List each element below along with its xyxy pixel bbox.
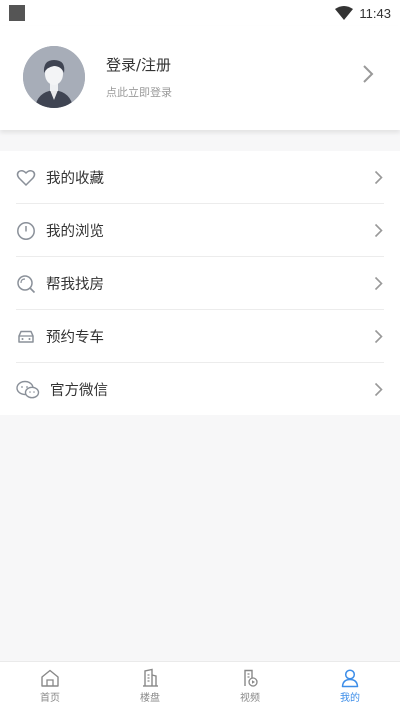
home-icon <box>41 669 59 687</box>
chevron-right-icon[interactable] <box>362 64 374 84</box>
chevron-right-icon <box>374 223 383 238</box>
wifi-icon <box>335 6 354 20</box>
menu-label: 我的收藏 <box>46 171 104 187</box>
tab-label: 首页 <box>40 693 60 704</box>
menu-item-book-car[interactable]: 预约专车 <box>0 310 400 363</box>
clock-icon <box>17 222 35 240</box>
menu-list: 我的收藏 我的浏览 帮我找房 预约专车 官方微信 <box>0 151 400 415</box>
search-icon <box>17 275 36 294</box>
tab-label: 楼盘 <box>140 693 160 704</box>
chevron-right-icon <box>374 329 383 344</box>
car-icon <box>18 330 34 343</box>
tab-label: 视频 <box>240 693 260 704</box>
menu-item-wechat[interactable]: 官方微信 <box>0 363 400 416</box>
building-icon <box>143 668 158 687</box>
status-time: 11:43 <box>359 5 391 21</box>
profile-header[interactable]: 登录/注册 点此立即登录 <box>0 26 400 130</box>
tab-home[interactable]: 首页 <box>0 662 100 709</box>
avatar[interactable] <box>23 46 85 108</box>
notification-icon <box>9 5 25 21</box>
menu-label: 预约专车 <box>46 330 104 346</box>
menu-label: 官方微信 <box>50 383 108 399</box>
user-icon <box>341 669 359 688</box>
video-icon <box>244 669 258 687</box>
login-subtitle: 点此立即登录 <box>106 86 172 99</box>
avatar-person-icon <box>23 46 85 108</box>
chevron-right-icon <box>374 276 383 291</box>
tab-video[interactable]: 视频 <box>200 662 300 709</box>
chevron-right-icon <box>374 382 383 397</box>
menu-item-history[interactable]: 我的浏览 <box>0 204 400 257</box>
menu-item-favorites[interactable]: 我的收藏 <box>0 151 400 204</box>
menu-label: 我的浏览 <box>46 224 104 240</box>
menu-label: 帮我找房 <box>46 277 104 293</box>
login-title[interactable]: 登录/注册 <box>106 54 171 75</box>
menu-item-find-house[interactable]: 帮我找房 <box>0 257 400 310</box>
tab-mine[interactable]: 我的 <box>300 662 400 709</box>
tab-label: 我的 <box>340 693 360 704</box>
bottom-tab-bar: 首页 楼盘 视频 我的 <box>0 661 400 709</box>
status-bar: 11:43 <box>0 0 400 26</box>
tab-buildings[interactable]: 楼盘 <box>100 662 200 709</box>
status-right: 11:43 <box>335 4 391 22</box>
wechat-icon <box>16 380 40 399</box>
heart-icon <box>16 170 36 187</box>
chevron-right-icon <box>374 170 383 185</box>
